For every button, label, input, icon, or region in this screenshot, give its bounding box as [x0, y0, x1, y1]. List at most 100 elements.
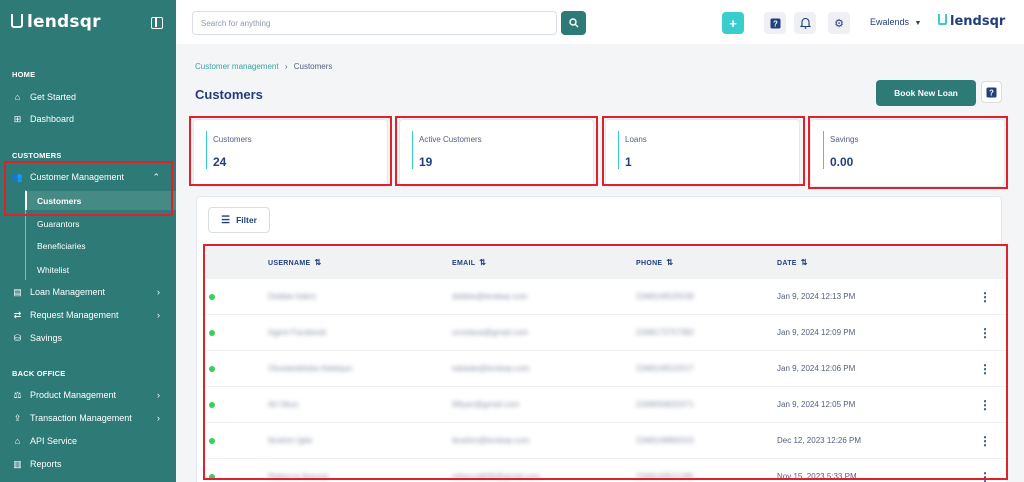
stat-card-active-customers: Active Customers 19	[399, 119, 594, 187]
chevron-up-icon: ⌃	[152, 171, 160, 182]
stat-accent-bar	[618, 131, 619, 169]
sidebar-item-transaction-management[interactable]: ⇪ Transaction Management ›	[12, 409, 172, 427]
status-active-dot	[209, 402, 215, 408]
stat-label: Active Customers	[419, 135, 482, 144]
book-new-loan-button[interactable]: Book New Loan	[876, 80, 976, 106]
search-button[interactable]	[561, 11, 586, 35]
filter-sliders-icon: ☰	[221, 214, 231, 226]
sidebar-subitem-beneficiaries[interactable]: Beneficiaries	[37, 241, 86, 251]
table-row[interactable]: Agent Facebook ocoslava@gmail.com 234817…	[206, 315, 1006, 351]
more-options-icon[interactable]: ⋮	[979, 398, 991, 412]
status-active-dot	[209, 438, 215, 444]
table-row[interactable]: Debbie Aders debbie@lendsqr.com 23481065…	[206, 279, 1006, 315]
table-row[interactable]: Ibrahim Igbe ibrahim@lendsqr.com 2348106…	[206, 423, 1006, 459]
sidebar-item-product-management[interactable]: ⚖ Product Management ›	[12, 386, 172, 404]
page-help-button[interactable]: ?	[981, 81, 1002, 103]
logo-mark-icon	[11, 14, 23, 28]
stat-value: 0.00	[830, 155, 854, 169]
column-header-phone[interactable]: PHONE ⇅	[636, 258, 673, 267]
column-header-username[interactable]: USERNAME ⇅	[268, 258, 321, 267]
stat-value: 24	[213, 155, 227, 169]
loan-icon: ▤	[13, 286, 22, 297]
caret-down-icon: ▼	[914, 20, 922, 27]
status-active-dot	[209, 474, 215, 480]
active-item-indicator	[25, 191, 27, 210]
cell-date: Jan 9, 2024 12:13 PM	[777, 292, 856, 301]
reports-icon: ▥	[13, 458, 22, 469]
search-icon	[568, 18, 578, 28]
status-active-dot	[209, 366, 215, 372]
cell-phone: 2348106525530	[636, 292, 694, 301]
collapse-sidebar-icon[interactable]	[151, 17, 163, 29]
cell-email: ocoslava@gmail.com	[452, 328, 529, 337]
breadcrumb: Customer management › Customers	[195, 62, 332, 71]
sidebar-item-get-started[interactable]: ⌂ Get Started	[12, 88, 172, 106]
cell-date: Jan 9, 2024 12:09 PM	[777, 328, 856, 337]
settings-button[interactable]: ⚙	[828, 12, 850, 34]
chevron-right-icon: ›	[157, 287, 160, 297]
more-options-icon[interactable]: ⋮	[979, 470, 991, 482]
more-options-icon[interactable]: ⋮	[979, 326, 991, 340]
table-header: USERNAME ⇅ EMAIL ⇅ PHONE ⇅ DATE ⇅	[206, 247, 1006, 279]
more-options-icon[interactable]: ⋮	[979, 290, 991, 304]
savings-icon: ⛁	[13, 332, 22, 343]
sidebar-item-reports[interactable]: ▥ Reports	[12, 455, 172, 473]
more-options-icon[interactable]: ⋮	[979, 362, 991, 376]
bell-icon	[799, 17, 811, 29]
transaction-icon: ⇪	[13, 412, 22, 423]
sort-icon: ⇅	[666, 258, 674, 267]
stat-card-loans: Loans 1	[605, 119, 800, 187]
dashboard-icon: ⊞	[13, 113, 22, 124]
sort-icon: ⇅	[800, 258, 808, 267]
breadcrumb-parent[interactable]: Customer management	[195, 62, 279, 71]
user-menu[interactable]: Ewalends ▼	[870, 17, 921, 27]
cell-username: Rebecca Ikwuoje	[268, 472, 329, 481]
cell-phone: 2348106522017	[636, 364, 694, 373]
cell-phone: 2348143521280	[636, 472, 694, 481]
cell-phone: 2348106882015	[636, 436, 694, 445]
sidebar-item-savings[interactable]: ⛁ Savings	[12, 329, 172, 347]
help-button[interactable]: ?	[764, 12, 786, 34]
stat-label: Savings	[830, 135, 859, 144]
cell-username: Oluwatobiloba Adebayo	[268, 364, 353, 373]
sidebar-logo[interactable]: lendsqr	[0, 0, 176, 44]
api-icon: ⌂	[14, 436, 21, 446]
chevron-right-icon: ›	[157, 413, 160, 423]
cell-email: rebeccatk99@gmail.com	[452, 472, 541, 481]
sidebar-item-loan-management[interactable]: ▤ Loan Management ›	[12, 283, 172, 301]
sidebar-item-api-service[interactable]: ⌂ API Service	[12, 432, 172, 450]
stat-accent-bar	[206, 131, 207, 169]
plus-icon: +	[729, 15, 737, 31]
table-row[interactable]: Oluwatobiloba Adebayo tobiade@lendsqr.co…	[206, 351, 1006, 387]
more-options-icon[interactable]: ⋮	[979, 434, 991, 448]
sidebar-subitem-customers[interactable]: Customers	[37, 196, 81, 206]
cell-username: Ibrahim Igbe	[268, 436, 313, 445]
help-icon: ?	[770, 18, 780, 28]
brand-mark-icon	[938, 14, 947, 25]
cell-email: tobiade@lendsqr.com	[452, 364, 530, 373]
search-input[interactable]	[192, 11, 557, 35]
table-row[interactable]: Rebecca Ikwuoje rebeccatk99@gmail.com 23…	[206, 459, 1006, 482]
add-button[interactable]: +	[722, 12, 744, 34]
table-row[interactable]: Ali Obun fiifiyan@gmail.com 234805682037…	[206, 387, 1006, 423]
topbar: + ? ⚙ Ewalends ▼ lendsqr	[176, 0, 1024, 44]
filter-button[interactable]: ☰ Filter	[208, 207, 270, 233]
breadcrumb-separator: ›	[284, 62, 288, 71]
cell-date: Dec 12, 2023 12:26 PM	[777, 436, 862, 445]
column-header-email[interactable]: EMAIL ⇅	[452, 258, 486, 267]
sidebar-subitem-guarantors[interactable]: Guarantors	[37, 219, 80, 229]
notifications-button[interactable]	[794, 12, 816, 34]
cell-username: Agent Facebook	[268, 328, 327, 337]
stat-accent-bar	[412, 131, 413, 169]
sidebar-item-request-management[interactable]: ⇄ Request Management ›	[12, 306, 172, 324]
cell-date: Nov 15, 2023 5:33 PM	[777, 472, 857, 481]
status-active-dot	[209, 294, 215, 300]
column-header-date[interactable]: DATE ⇅	[777, 258, 808, 267]
section-customers: CUSTOMERS	[12, 151, 62, 160]
sidebar-subitem-whitelist[interactable]: Whitelist	[37, 265, 69, 275]
breadcrumb-current: Customers	[293, 62, 333, 71]
sidebar-item-dashboard[interactable]: ⊞ Dashboard	[12, 110, 172, 128]
status-active-dot	[209, 330, 215, 336]
sidebar-item-customer-management[interactable]: 👥 Customer Management ⌃	[12, 168, 172, 186]
cell-phone: 2348056820371	[636, 400, 694, 409]
